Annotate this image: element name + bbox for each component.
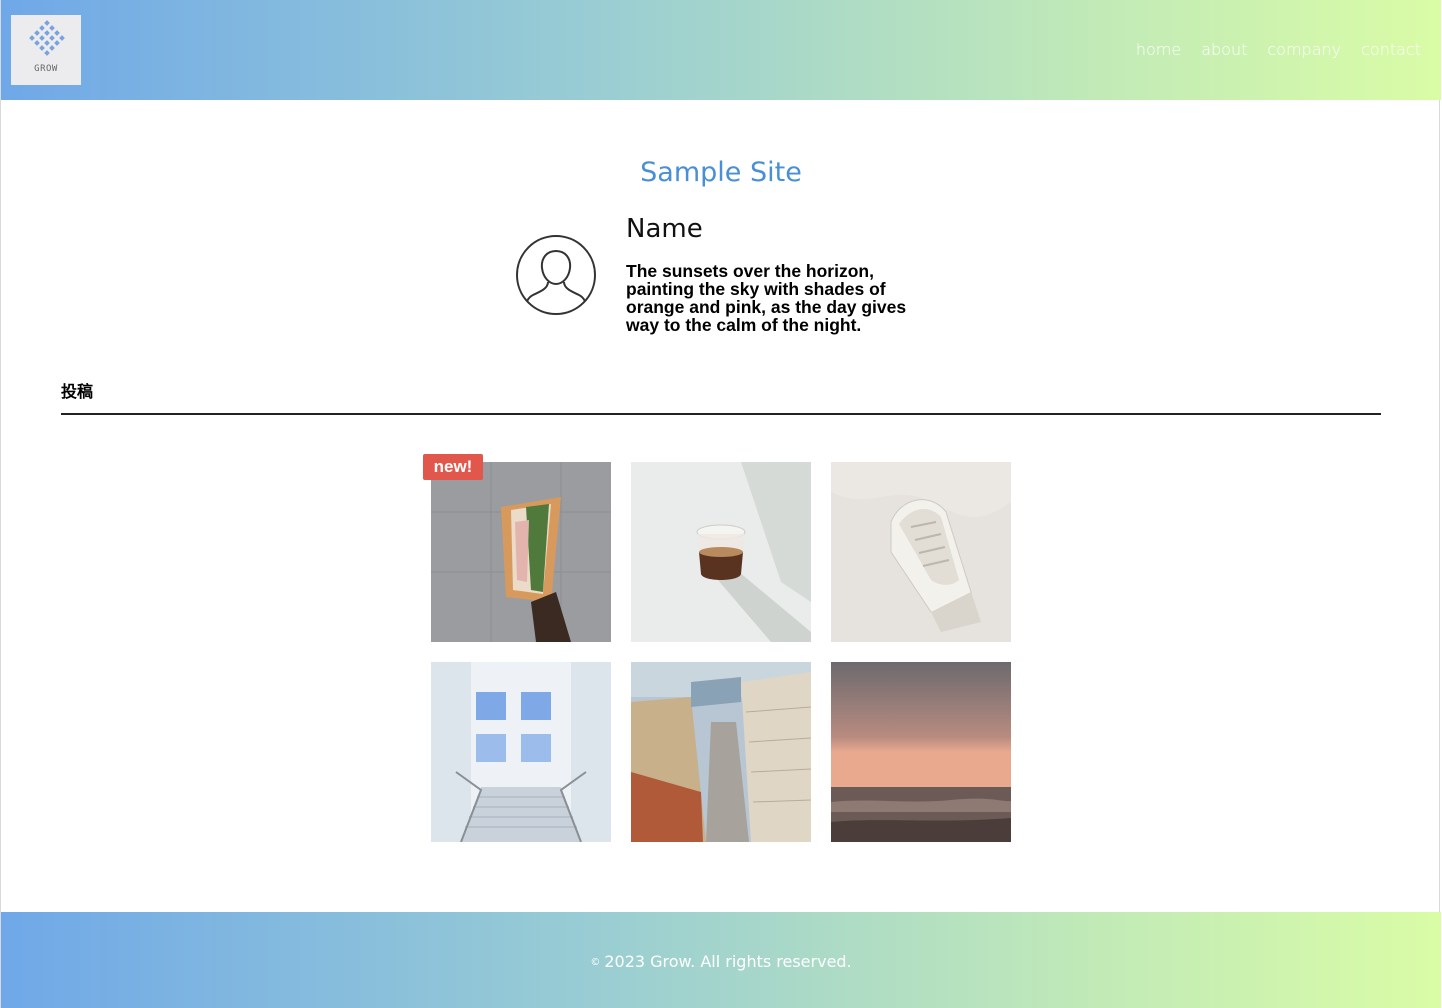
site-header: GROW home about company contact xyxy=(1,0,1441,100)
sneaker-image xyxy=(831,462,1011,642)
post-staircase[interactable] xyxy=(431,662,611,842)
nav-contact-link[interactable]: contact xyxy=(1361,40,1421,62)
post-sandwich[interactable] xyxy=(431,462,611,642)
nav-company-link[interactable]: company xyxy=(1267,40,1341,62)
post-coffee[interactable] xyxy=(631,462,811,642)
nav-about-link[interactable]: about xyxy=(1201,40,1247,62)
profile-bio: The sunsets over the horizon, painting t… xyxy=(626,261,907,335)
copyright-text: 2023 Grow. All rights reserved. xyxy=(604,952,852,971)
main-nav: home about company contact xyxy=(1136,40,1421,62)
user-icon xyxy=(516,235,596,315)
staircase-image xyxy=(431,662,611,842)
new-badge: new! xyxy=(423,454,483,480)
profile-name: Name xyxy=(626,214,703,244)
section-heading: 投稿 xyxy=(61,382,94,401)
copyright: © 2023 Grow. All rights reserved. xyxy=(1,951,1441,974)
coffee-image xyxy=(631,462,811,642)
copyright-symbol: © xyxy=(590,957,601,968)
logo-text: GROW xyxy=(34,64,58,74)
grow-logo-icon xyxy=(29,20,65,56)
logo[interactable]: GROW xyxy=(11,15,81,85)
nav-home-link[interactable]: home xyxy=(1136,40,1181,62)
sandwich-image xyxy=(431,462,611,642)
site-footer: © 2023 Grow. All rights reserved. xyxy=(1,912,1441,1008)
city-image xyxy=(631,662,811,842)
site-title: Sample Site xyxy=(640,157,802,188)
post-sunset[interactable] xyxy=(831,662,1011,842)
sunset-image xyxy=(831,662,1011,842)
section-divider xyxy=(61,413,1381,415)
post-city[interactable] xyxy=(631,662,811,842)
post-sneaker[interactable] xyxy=(831,462,1011,642)
post-grid xyxy=(431,462,1011,842)
avatar xyxy=(515,234,597,316)
